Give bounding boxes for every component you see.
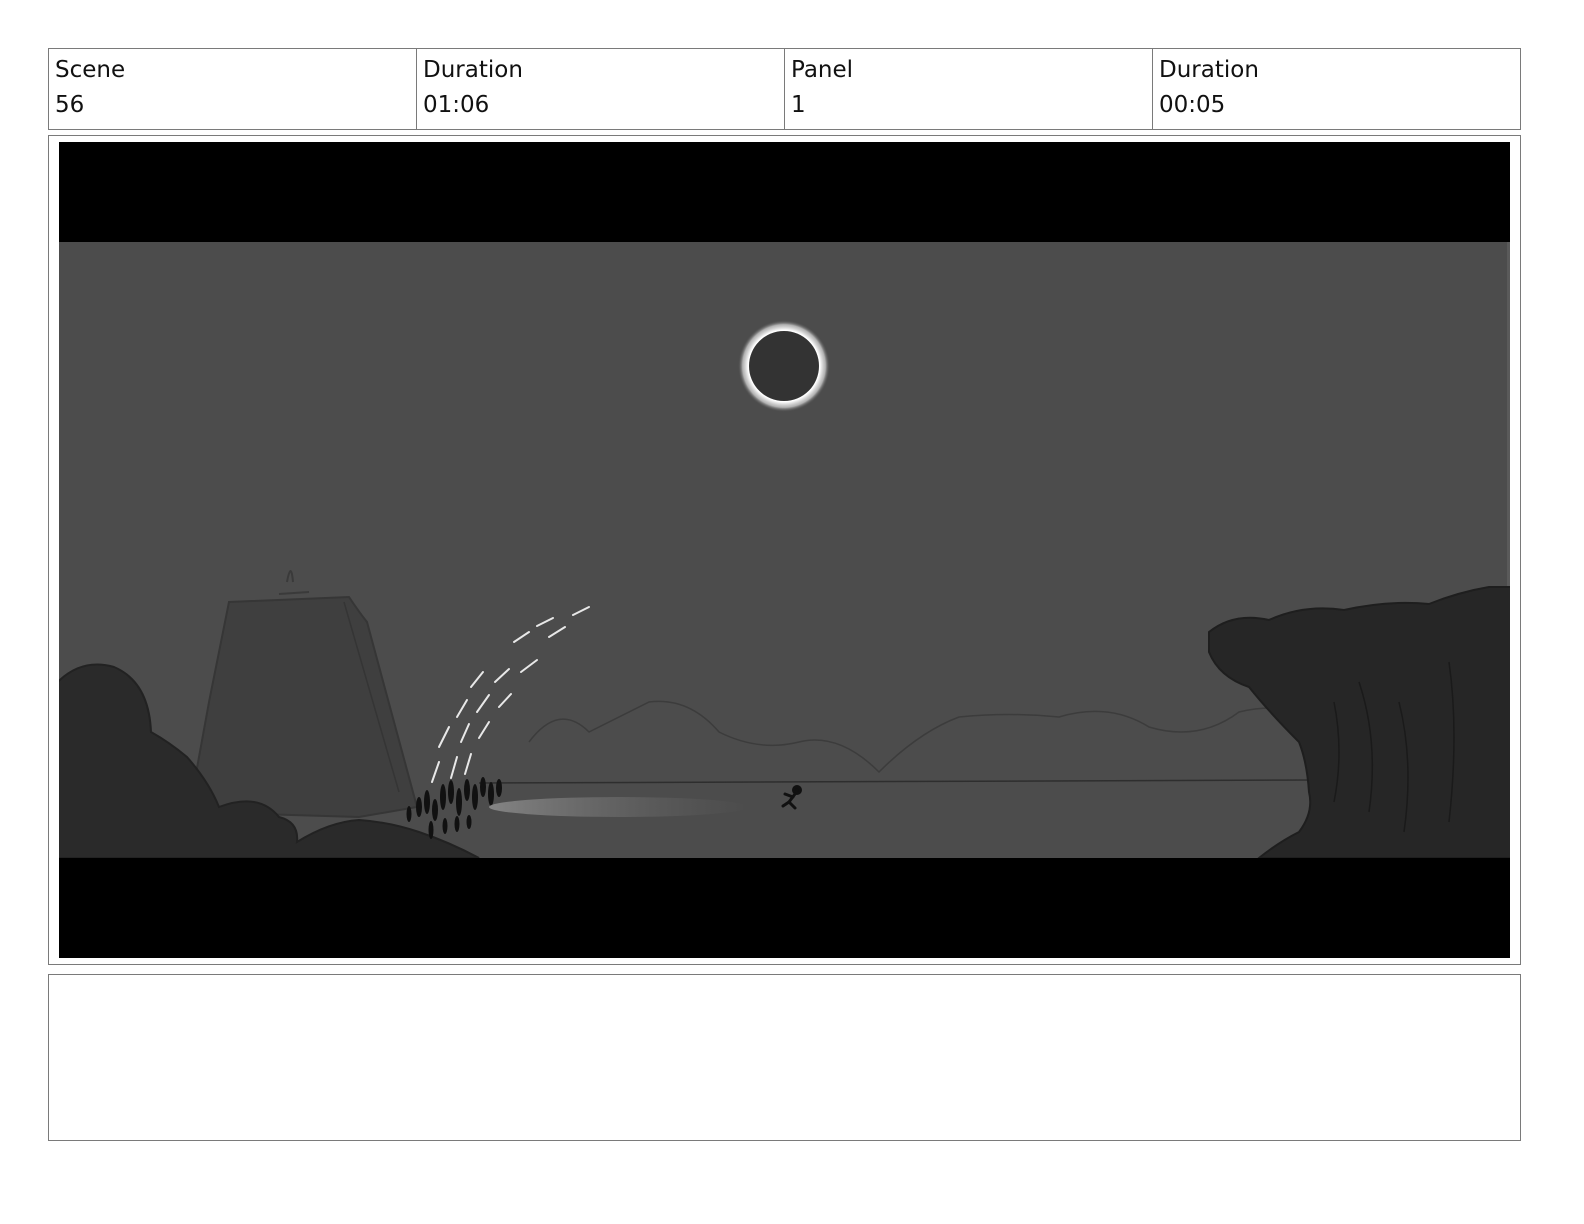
panel-cell: Panel 1 — [785, 49, 1153, 129]
panel-notes[interactable] — [48, 974, 1521, 1141]
scene-value: 56 — [55, 92, 85, 118]
storyboard-panel-image — [59, 142, 1510, 958]
letterbox-bottom — [59, 858, 1510, 958]
scene-duration-label: Duration — [423, 57, 523, 83]
scene-label: Scene — [55, 57, 126, 83]
letterbox-top — [59, 142, 1510, 242]
dust-trail — [489, 797, 749, 817]
scene-duration-value: 01:06 — [423, 92, 490, 118]
panel-duration-label: Duration — [1159, 57, 1259, 83]
panel-value: 1 — [791, 92, 806, 118]
storyboard-header: Scene 56 Duration 01:06 Panel 1 Duration… — [48, 48, 1521, 130]
panel-frame — [48, 135, 1521, 965]
panel-duration-value: 00:05 — [1159, 92, 1226, 118]
panel-label: Panel — [791, 57, 854, 83]
eclipse-moon — [749, 331, 819, 401]
scene-duration-cell: Duration 01:06 — [417, 49, 785, 129]
scene-cell: Scene 56 — [49, 49, 417, 129]
panel-duration-cell: Duration 00:05 — [1153, 49, 1520, 129]
